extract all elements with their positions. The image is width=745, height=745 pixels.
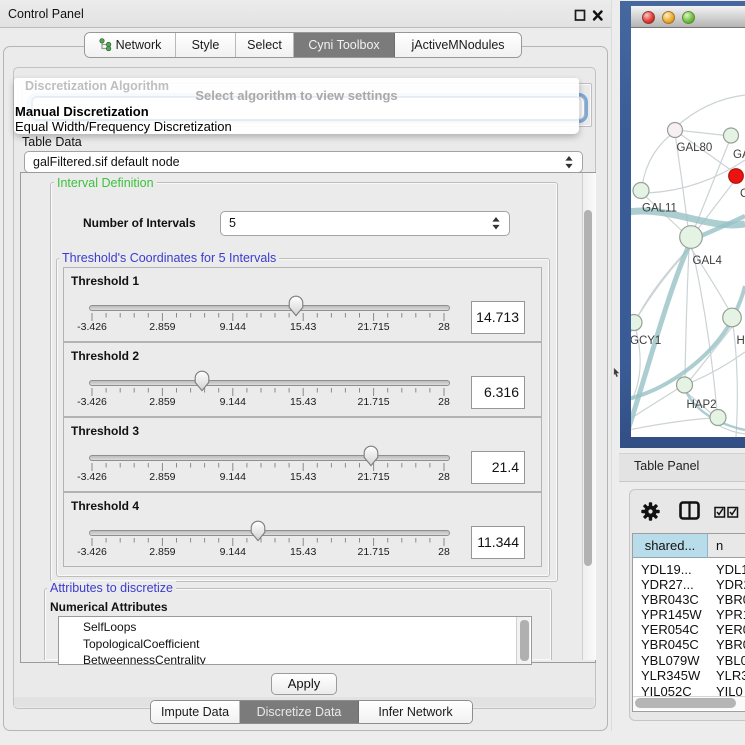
- svg-text:GAL80: GAL80: [677, 142, 713, 154]
- svg-text:GAL4: GAL4: [693, 255, 723, 267]
- svg-text:GCY1: GCY1: [631, 335, 661, 347]
- svg-text:H: H: [737, 335, 745, 347]
- svg-text:GA: GA: [733, 149, 745, 161]
- svg-text:C: C: [740, 188, 745, 200]
- svg-text:GAL11: GAL11: [642, 203, 677, 215]
- svg-text:HAP2: HAP2: [687, 399, 717, 411]
